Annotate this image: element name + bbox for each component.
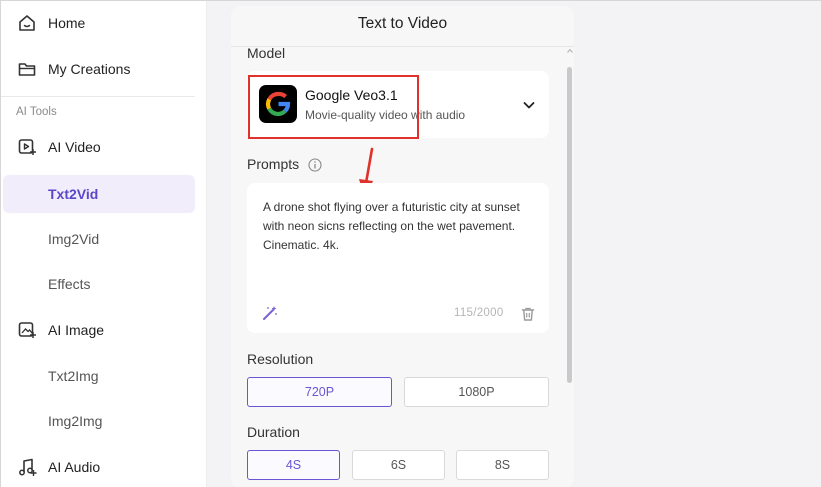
nav-ai-video-label: AI Video — [48, 139, 101, 155]
duration-8s-button[interactable]: 8S — [456, 450, 549, 480]
nav-my-creations[interactable]: My Creations — [1, 50, 207, 88]
nav-txt2vid[interactable]: Txt2Vid — [3, 175, 195, 213]
nav-img2vid-label: Img2Vid — [48, 231, 100, 247]
nav-img2img-label: Img2Img — [48, 413, 103, 429]
folder-icon — [18, 63, 36, 76]
duration-label: Duration — [247, 424, 300, 440]
image-icon — [18, 322, 36, 338]
chevron-down-icon[interactable] — [521, 97, 537, 113]
nav-home-label: Home — [48, 15, 86, 31]
resolution-720p-button[interactable]: 720P — [247, 377, 392, 407]
nav-ai-image-label: AI Image — [48, 322, 105, 338]
nav-effects[interactable]: Effects — [1, 265, 207, 303]
nav-img2vid[interactable]: Img2Vid — [1, 220, 207, 258]
duration-4s-button[interactable]: 4S — [247, 450, 340, 480]
prompts-label: Prompts — [247, 156, 300, 172]
nav-txt2vid-label: Txt2Vid — [48, 186, 99, 202]
annotation-highlight-box — [248, 75, 419, 139]
nav-ai-image[interactable]: AI Image — [1, 311, 207, 349]
sidebar-divider — [1, 96, 195, 97]
nav-ai-video[interactable]: AI Video — [1, 128, 207, 166]
trash-icon[interactable] — [520, 306, 536, 322]
section-label-ai-tools: AI Tools — [16, 106, 57, 118]
home-icon — [19, 15, 35, 31]
prompt-character-counter: 115/2000 — [454, 307, 504, 319]
panel-scrollbar-thumb[interactable] — [567, 67, 572, 383]
model-label: Model — [247, 45, 286, 61]
nav-txt2img[interactable]: Txt2Img — [1, 357, 207, 395]
video-icon — [18, 139, 36, 155]
duration-6s-button[interactable]: 6S — [352, 450, 445, 480]
prompt-text: A drone shot flying over a futuristic ci… — [263, 200, 520, 252]
nav-ai-audio-label: AI Audio — [48, 459, 101, 475]
nav-txt2img-label: Txt2Img — [48, 368, 99, 384]
nav-my-creations-label: My Creations — [48, 61, 131, 77]
scroll-up-arrow-icon[interactable] — [567, 48, 573, 54]
resolution-1080p-button[interactable]: 1080P — [404, 377, 549, 407]
magic-wand-icon[interactable] — [262, 305, 278, 321]
info-icon[interactable] — [308, 158, 322, 172]
resolution-label: Resolution — [247, 351, 314, 367]
sidebar: Home My Creations AI Tools AI Video Txt2… — [1, 1, 207, 487]
music-icon — [19, 458, 37, 476]
nav-ai-audio[interactable]: AI Audio — [1, 448, 207, 486]
nav-home[interactable]: Home — [1, 4, 207, 42]
nav-img2img[interactable]: Img2Img — [1, 402, 207, 440]
nav-effects-label: Effects — [48, 276, 91, 292]
panel-title: Text to Video — [357, 15, 448, 32]
